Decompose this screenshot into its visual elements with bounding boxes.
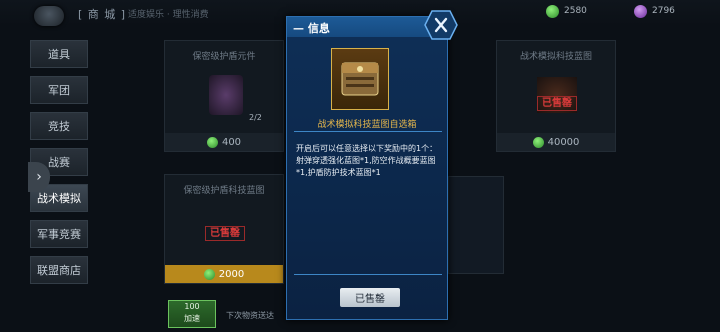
price-bar: 400 xyxy=(165,133,283,151)
price-value: 40000 xyxy=(547,136,580,148)
green-gem-icon xyxy=(532,136,544,148)
menu-item-legion[interactable]: 军团 xyxy=(30,76,88,104)
speedup-button[interactable]: 100 加速 xyxy=(168,300,216,328)
card-name: 战术模拟科技蓝图 xyxy=(519,52,592,62)
purple-currency-value: 2796 xyxy=(652,6,675,16)
stock-count: 2/2 xyxy=(249,113,262,122)
delivery-note: 下次物资送达 xyxy=(226,311,274,320)
minus-icon: — xyxy=(293,22,304,35)
shop-card[interactable] xyxy=(448,176,504,274)
shop-card[interactable]: 战术模拟科技蓝图 已售罄 40000 xyxy=(496,40,616,152)
sold-out-button[interactable]: 已售罄 xyxy=(340,288,400,307)
green-gem-icon xyxy=(546,5,559,18)
shop-card[interactable]: 保密级护盾元件 2/2 400 xyxy=(164,40,284,152)
sold-out-stamp: 已售罄 xyxy=(205,221,245,241)
shield-part-image xyxy=(209,75,243,115)
page-title: [ 商 城 ] xyxy=(78,8,127,21)
divider xyxy=(294,131,442,132)
crate-icon xyxy=(341,62,379,96)
sold-out-stamp: 已售罄 xyxy=(537,91,577,111)
item-image-frame xyxy=(331,48,389,110)
close-button[interactable] xyxy=(424,10,458,40)
menu-item-arena[interactable]: 竞技 xyxy=(30,112,88,140)
menu-item-military-contest[interactable]: 军事竞赛 xyxy=(30,220,88,248)
menu-item-alliance-shop[interactable]: 联盟商店 xyxy=(30,256,88,284)
shop-card[interactable]: 保密级护盾科技蓝图 已售罄 2000 xyxy=(164,174,284,284)
page-subtitle: 适度娱乐 · 理性消费 xyxy=(128,10,209,20)
menu-item-props[interactable]: 道具 xyxy=(30,40,88,68)
modal-header: — 信息 xyxy=(287,17,447,37)
purple-gem-icon xyxy=(634,5,647,18)
divider xyxy=(294,274,442,275)
green-currency-value: 2580 xyxy=(564,6,587,16)
item-name: 战术模拟科技蓝图自选箱 xyxy=(317,120,417,130)
green-gem-icon xyxy=(206,136,218,148)
price-value: 2000 xyxy=(218,268,245,280)
chevron-right-icon: › xyxy=(36,169,42,185)
price-value: 400 xyxy=(221,136,242,148)
speedup-value: 100 xyxy=(184,302,200,311)
price-bar: 40000 xyxy=(497,133,615,151)
item-description: 开启后可以任意选择以下奖励中的1个：射弹穿透强化蓝图*1,防空作战概要蓝图*1,… xyxy=(296,144,438,177)
speedup-label: 加速 xyxy=(184,314,200,323)
price-bar: 2000 xyxy=(165,265,283,283)
modal-title: — 信息 xyxy=(293,22,330,35)
card-name: 保密级护盾元件 xyxy=(192,52,256,62)
green-gem-icon xyxy=(203,268,215,280)
back-button[interactable] xyxy=(34,6,64,26)
card-name: 保密级护盾科技蓝图 xyxy=(183,186,265,196)
